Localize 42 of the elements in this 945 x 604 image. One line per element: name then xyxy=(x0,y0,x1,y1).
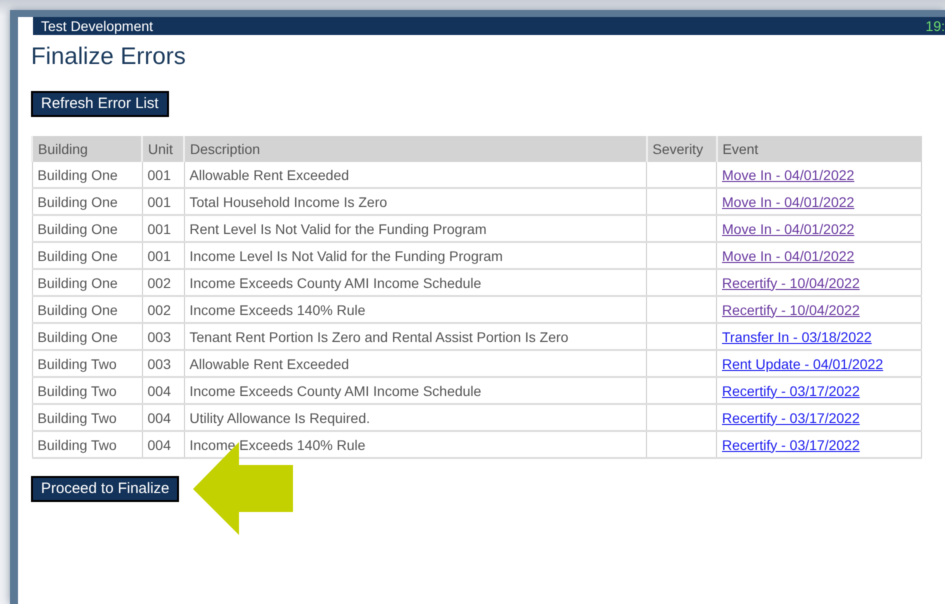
column-header: Description xyxy=(184,136,646,162)
table-cell: Building One xyxy=(32,162,142,188)
table-cell: 001 xyxy=(142,188,184,215)
table-cell: 001 xyxy=(142,242,184,269)
app-title: Test Development xyxy=(41,19,154,33)
table-cell: Building Two xyxy=(32,377,142,404)
column-header: Event xyxy=(716,136,922,162)
page-title: Finalize Errors xyxy=(31,43,187,71)
refresh-button[interactable]: Refresh Error List xyxy=(31,91,169,117)
table-cell: 004 xyxy=(142,404,184,431)
table-cell: Total Household Income Is Zero xyxy=(184,188,646,215)
column-header: Building xyxy=(32,136,142,162)
table-cell: 003 xyxy=(142,323,184,350)
table-cell: Building One xyxy=(32,215,142,242)
table-cell: Building Two xyxy=(32,431,142,458)
table-cell: Building Two xyxy=(32,350,142,377)
table-cell: 004 xyxy=(142,377,184,404)
column-header: Unit xyxy=(142,136,184,162)
table-cell: 003 xyxy=(142,350,184,377)
table-cell: Rent Level Is Not Valid for the Funding Program xyxy=(184,215,646,242)
table-cell: 002 xyxy=(142,269,184,296)
table-cell: Income Level Is Not Valid for the Funding Program xyxy=(184,242,646,269)
table-cell: Building Two xyxy=(32,404,142,431)
table-cell: Building One xyxy=(32,323,142,350)
table-cell: Tenant Rent Portion Is Zero and Rental Assist Portion Is Zero xyxy=(184,323,646,350)
table-cell: 004 xyxy=(142,431,184,458)
table-cell: Allowable Rent Exceeded xyxy=(184,350,646,377)
table-cell: Income Exceeds County AMI Income Schedule xyxy=(184,377,646,404)
table-cell: Utility Allowance Is Required. xyxy=(184,404,646,431)
clock-text: 19: xyxy=(926,18,945,34)
table-cell: Income Exceeds 140% Rule xyxy=(184,296,646,323)
table-cell: Income Exceeds County AMI Income Schedule xyxy=(184,269,646,296)
table-cell: 001 xyxy=(142,162,184,188)
table-cell: Building One xyxy=(32,269,142,296)
table-cell: 002 xyxy=(142,296,184,323)
proceed-button[interactable]: Proceed to Finalize xyxy=(31,476,180,502)
table-cell: 001 xyxy=(142,215,184,242)
table-cell: Building One xyxy=(32,296,142,323)
column-header: Severity xyxy=(646,136,716,162)
table-cell: Allowable Rent Exceeded xyxy=(184,162,646,188)
table-cell: Building One xyxy=(32,188,142,215)
table-cell: Building One xyxy=(32,242,142,269)
